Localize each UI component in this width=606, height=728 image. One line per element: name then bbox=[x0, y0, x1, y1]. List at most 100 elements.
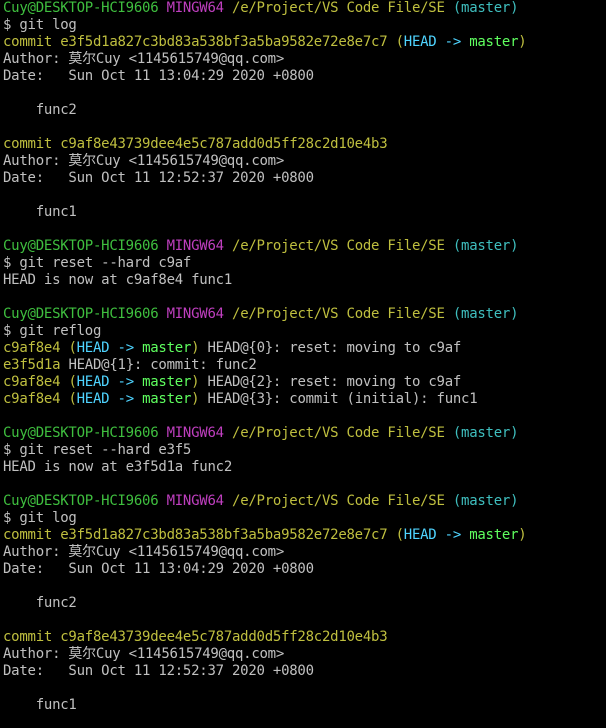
terminal-text-segment: HEAD@{3}: commit (initial): func1 bbox=[199, 391, 478, 407]
terminal-line: Author: 莫尔Cuy <1145615749@qq.com> bbox=[3, 51, 606, 68]
terminal-line: commit e3f5d1a827c3bd83a538bf3a5ba9582e7… bbox=[3, 527, 606, 544]
terminal-text-segment: MINGW64 bbox=[166, 0, 233, 16]
terminal-text-segment: ( bbox=[68, 374, 77, 390]
terminal-line: Cuy@DESKTOP-HCI9606 MINGW64 /e/Project/V… bbox=[3, 425, 606, 442]
terminal-text-segment: Cuy@DESKTOP-HCI9606 bbox=[3, 425, 167, 441]
terminal-text-segment: func2 bbox=[3, 595, 77, 611]
terminal-text-segment: (master) bbox=[452, 0, 519, 16]
terminal-text-segment: /e/Project/VS Code File/SE bbox=[232, 425, 453, 441]
terminal-text-segment: commit e3f5d1a827c3bd83a538bf3a5ba9582e7… bbox=[3, 527, 396, 543]
terminal-text-segment: (master) bbox=[452, 493, 519, 509]
terminal-text-segment: c9af8e4 bbox=[3, 391, 69, 407]
terminal-text-segment: master bbox=[142, 340, 192, 356]
terminal-text-segment: c9af8e4 bbox=[3, 374, 69, 390]
terminal-line: HEAD is now at c9af8e4 func1 bbox=[3, 272, 606, 289]
terminal-text-segment: master bbox=[469, 34, 519, 50]
terminal-line: c9af8e4 (HEAD -> master) HEAD@{3}: commi… bbox=[3, 391, 606, 408]
terminal-text-segment: /e/Project/VS Code File/SE bbox=[232, 306, 453, 322]
terminal-text-segment: master bbox=[142, 391, 192, 407]
terminal-text-segment: HEAD -> bbox=[76, 374, 143, 390]
terminal-text-segment: c9af8e4 bbox=[3, 340, 69, 356]
terminal-line: func1 bbox=[3, 204, 606, 221]
terminal-line: commit e3f5d1a827c3bd83a538bf3a5ba9582e7… bbox=[3, 34, 606, 51]
terminal-text-segment: master bbox=[469, 527, 519, 543]
terminal-text-segment: /e/Project/VS Code File/SE bbox=[232, 238, 453, 254]
terminal-text-segment: Date: Sun Oct 11 13:04:29 2020 +0800 bbox=[3, 68, 314, 84]
terminal-line: func2 bbox=[3, 102, 606, 119]
terminal-text-segment: commit c9af8e43739dee4e5c787add0d5ff28c2… bbox=[3, 629, 388, 645]
terminal-text-segment: MINGW64 bbox=[166, 425, 233, 441]
terminal-text-segment: Date: Sun Oct 11 12:52:37 2020 +0800 bbox=[3, 663, 314, 679]
terminal-text-segment: /e/Project/VS Code File/SE bbox=[232, 0, 453, 16]
terminal-text-segment: ( bbox=[395, 34, 404, 50]
terminal-text-segment: MINGW64 bbox=[166, 238, 233, 254]
terminal-text-segment: HEAD@{2}: reset: moving to c9af bbox=[199, 374, 462, 390]
terminal-text-segment: MINGW64 bbox=[166, 306, 233, 322]
terminal-text-segment: func1 bbox=[3, 697, 77, 713]
terminal-text-segment: Cuy@DESKTOP-HCI9606 bbox=[3, 0, 167, 16]
terminal-text-segment: Date: Sun Oct 11 13:04:29 2020 +0800 bbox=[3, 561, 314, 577]
terminal-text-segment: e3f5d1a bbox=[3, 357, 69, 373]
terminal-text-segment: Cuy@DESKTOP-HCI9606 bbox=[3, 238, 167, 254]
terminal-line: Date: Sun Oct 11 12:52:37 2020 +0800 bbox=[3, 170, 606, 187]
terminal-text-segment: commit e3f5d1a827c3bd83a538bf3a5ba9582e7… bbox=[3, 34, 396, 50]
terminal-text-segment: HEAD@{0}: reset: moving to c9af bbox=[199, 340, 462, 356]
terminal-text-segment: Author: 莫尔Cuy <1145615749@qq.com> bbox=[3, 51, 285, 67]
terminal-line: Author: 莫尔Cuy <1145615749@qq.com> bbox=[3, 646, 606, 663]
terminal-line: $ git log bbox=[3, 17, 606, 34]
terminal-line: e3f5d1a HEAD@{1}: commit: func2 bbox=[3, 357, 606, 374]
terminal-text-segment: HEAD -> bbox=[76, 391, 143, 407]
terminal-window[interactable]: Cuy@DESKTOP-HCI9606 MINGW64 /e/Project/V… bbox=[0, 0, 606, 728]
terminal-line: Cuy@DESKTOP-HCI9606 MINGW64 /e/Project/V… bbox=[3, 306, 606, 323]
terminal-text-segment: MINGW64 bbox=[166, 493, 233, 509]
terminal-line: Author: 莫尔Cuy <1145615749@qq.com> bbox=[3, 153, 606, 170]
terminal-line: Cuy@DESKTOP-HCI9606 MINGW64 /e/Project/V… bbox=[3, 0, 606, 17]
terminal-text-segment: HEAD@{1}: commit: func2 bbox=[68, 357, 257, 373]
terminal-text-segment: commit c9af8e43739dee4e5c787add0d5ff28c2… bbox=[3, 136, 388, 152]
terminal-text-segment: ( bbox=[68, 340, 77, 356]
terminal-text-segment: ) bbox=[518, 34, 527, 50]
terminal-line: $ git reset --hard e3f5 bbox=[3, 442, 606, 459]
terminal-line: Author: 莫尔Cuy <1145615749@qq.com> bbox=[3, 544, 606, 561]
terminal-line: func1 bbox=[3, 697, 606, 714]
terminal-text-segment: HEAD -> bbox=[76, 340, 143, 356]
terminal-text-segment: Author: 莫尔Cuy <1145615749@qq.com> bbox=[3, 153, 285, 169]
terminal-line: commit c9af8e43739dee4e5c787add0d5ff28c2… bbox=[3, 629, 606, 646]
terminal-text-segment: Author: 莫尔Cuy <1145615749@qq.com> bbox=[3, 646, 285, 662]
terminal-text-segment: func1 bbox=[3, 204, 77, 220]
terminal-text-segment: HEAD -> bbox=[403, 34, 470, 50]
terminal-line: Date: Sun Oct 11 13:04:29 2020 +0800 bbox=[3, 561, 606, 578]
terminal-text-segment: ( bbox=[68, 391, 77, 407]
terminal-line: Date: Sun Oct 11 13:04:29 2020 +0800 bbox=[3, 68, 606, 85]
terminal-line: $ git reset --hard c9af bbox=[3, 255, 606, 272]
terminal-text-segment: ) bbox=[518, 527, 527, 543]
terminal-text-segment: HEAD is now at c9af8e4 func1 bbox=[3, 272, 233, 288]
terminal-text-segment: $ git log bbox=[3, 510, 77, 526]
terminal-line: $ git reflog bbox=[3, 323, 606, 340]
terminal-line: $ git log bbox=[3, 510, 606, 527]
terminal-text-segment: HEAD -> bbox=[403, 527, 470, 543]
terminal-text-segment: $ git reset --hard e3f5 bbox=[3, 442, 192, 458]
terminal-line: commit c9af8e43739dee4e5c787add0d5ff28c2… bbox=[3, 136, 606, 153]
terminal-text-segment: func2 bbox=[3, 102, 77, 118]
terminal-text-segment: HEAD is now at e3f5d1a func2 bbox=[3, 459, 233, 475]
terminal-line: c9af8e4 (HEAD -> master) HEAD@{2}: reset… bbox=[3, 374, 606, 391]
terminal-text-segment: (master) bbox=[452, 306, 519, 322]
terminal-text-segment: Author: 莫尔Cuy <1145615749@qq.com> bbox=[3, 544, 285, 560]
terminal-text-segment: Cuy@DESKTOP-HCI9606 bbox=[3, 493, 167, 509]
terminal-text-segment: ( bbox=[395, 527, 404, 543]
terminal-text-segment: (master) bbox=[452, 425, 519, 441]
terminal-line: Date: Sun Oct 11 12:52:37 2020 +0800 bbox=[3, 663, 606, 680]
terminal-line: c9af8e4 (HEAD -> master) HEAD@{0}: reset… bbox=[3, 340, 606, 357]
